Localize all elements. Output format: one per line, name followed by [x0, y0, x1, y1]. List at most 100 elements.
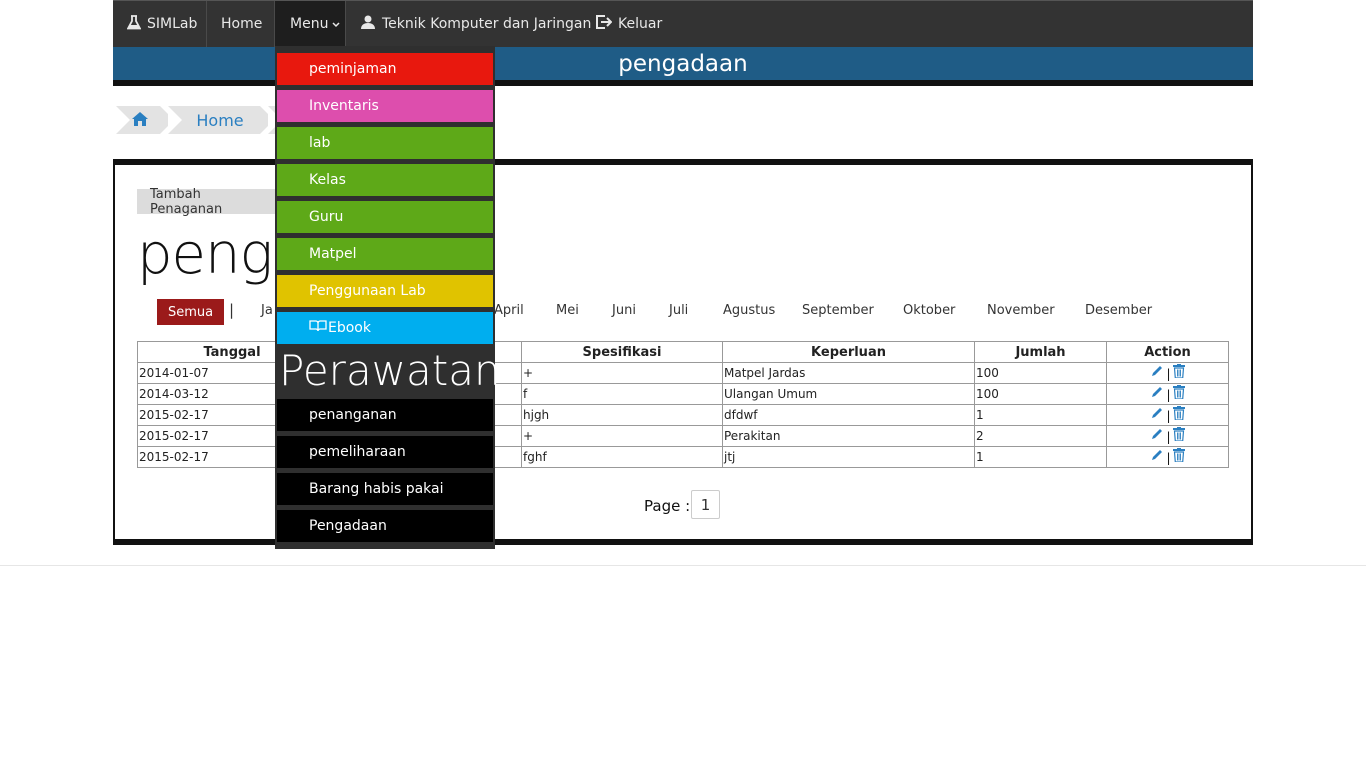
cell-keperluan: Ulangan Umum	[722, 383, 975, 405]
dropdown-item-label: Guru	[309, 209, 344, 225]
edit-icon[interactable]	[1150, 427, 1164, 445]
cell-spesifikasi: f	[521, 383, 723, 405]
trash-icon[interactable]	[1172, 427, 1185, 445]
dropdown-item-label: penanganan	[309, 407, 397, 423]
cell-action: |	[1106, 383, 1229, 405]
month-filter-november[interactable]: November	[987, 303, 1055, 318]
dropdown-item-penggunaan-lab[interactable]: Penggunaan Lab	[277, 275, 493, 307]
month-filter-oktober[interactable]: Oktober	[903, 303, 955, 318]
cell-jumlah: 100	[974, 383, 1107, 405]
user-icon	[360, 15, 376, 33]
dropdown-item-matpel[interactable]: Matpel	[277, 238, 493, 270]
pagination-label: Page :	[644, 497, 691, 515]
dropdown-item-penanganan[interactable]: penanganan	[277, 399, 493, 431]
breadcrumb-home-icon-link[interactable]	[116, 106, 174, 134]
dropdown-item-peminjaman[interactable]: peminjaman	[277, 53, 493, 85]
month-filter-juni[interactable]: Juni	[612, 303, 636, 318]
dropdown-section-title: Perawatan	[279, 345, 501, 395]
cell-keperluan: Perakitan	[722, 425, 975, 447]
dropdown-item-pemeliharaan[interactable]: pemeliharaan	[277, 436, 493, 468]
action-separator: |	[1166, 388, 1171, 402]
brand-link[interactable]: SIMLab	[126, 1, 198, 47]
dropdown-item-label: Kelas	[309, 172, 346, 188]
edit-icon[interactable]	[1150, 364, 1164, 382]
month-filter-mei[interactable]: Mei	[556, 303, 579, 318]
cell-keperluan: jtj	[722, 446, 975, 468]
dropdown-item-label: pemeliharaan	[309, 444, 406, 460]
brand-label: SIMLab	[147, 16, 198, 32]
month-filter-april[interactable]: April	[494, 303, 524, 318]
cell-spesifikasi: hjgh	[521, 404, 723, 426]
nav-logout-label: Keluar	[618, 16, 663, 32]
flask-icon	[126, 14, 142, 34]
trash-icon[interactable]	[1172, 406, 1185, 424]
nav-home[interactable]: Home	[221, 1, 262, 47]
nav-menu-label: Menu	[290, 16, 329, 32]
cell-action: |	[1106, 446, 1229, 468]
month-separator: |	[229, 301, 235, 319]
dropdown-item-ebook[interactable]: Ebook	[277, 312, 493, 344]
trash-icon[interactable]	[1172, 364, 1185, 382]
edit-icon[interactable]	[1150, 385, 1164, 403]
col-header-keperluan: Keperluan	[722, 341, 975, 363]
month-filter-januari[interactable]: Ja	[261, 303, 273, 318]
dropdown-item-label: Ebook	[328, 320, 371, 336]
month-filter-desember[interactable]: Desember	[1085, 303, 1152, 318]
dropdown-item-pengadaan[interactable]: Pengadaan	[277, 510, 493, 542]
col-header-jumlah: Jumlah	[974, 341, 1107, 363]
nav-user-label: Teknik Komputer dan Jaringan	[382, 16, 592, 32]
nav-user[interactable]: Teknik Komputer dan Jaringan	[360, 1, 591, 47]
logout-icon	[596, 15, 613, 33]
cell-keperluan: Matpel Jardas	[722, 362, 975, 384]
dropdown-item-inventaris[interactable]: Inventaris	[277, 90, 493, 122]
trash-icon[interactable]	[1172, 448, 1185, 466]
cell-spesifikasi: +	[521, 425, 723, 447]
chevron-down-icon	[332, 16, 340, 32]
breadcrumb-home-label: Home	[196, 110, 244, 130]
dropdown-item-label: Pengadaan	[309, 518, 387, 534]
cell-action: |	[1106, 362, 1229, 384]
edit-icon[interactable]	[1150, 406, 1164, 424]
book-icon	[309, 320, 327, 336]
dropdown-item-kelas[interactable]: Kelas	[277, 164, 493, 196]
add-button[interactable]: Tambah Penaganan	[137, 187, 276, 217]
edit-icon[interactable]	[1150, 448, 1164, 466]
action-separator: |	[1166, 451, 1171, 465]
cell-jumlah: 1	[974, 404, 1107, 426]
cell-jumlah: 2	[974, 425, 1107, 447]
dropdown-item-label: Matpel	[309, 246, 357, 262]
nav-dropdown-menu: Perawatan peminjaman Inventaris lab Kelas Gu…	[275, 46, 501, 549]
nav-logout[interactable]: Keluar	[596, 1, 662, 47]
action-separator: |	[1166, 430, 1171, 444]
cell-spesifikasi: +	[521, 362, 723, 384]
dropdown-item-barang-habis-pakai[interactable]: Barang habis pakai	[277, 473, 493, 505]
dropdown-item-label: Penggunaan Lab	[309, 283, 426, 299]
cell-jumlah: 1	[974, 446, 1107, 468]
action-separator: |	[1166, 367, 1171, 381]
pagination-page-button[interactable]: 1	[691, 490, 720, 519]
month-filter-september[interactable]: September	[802, 303, 874, 318]
dropdown-item-label: lab	[309, 135, 331, 151]
action-separator: |	[1166, 409, 1171, 423]
month-filter-agustus[interactable]: Agustus	[723, 303, 775, 318]
col-header-spesifikasi: Spesifikasi	[521, 341, 723, 363]
top-navbar: SIMLab Home Menu Teknik Komputer dan Jar…	[113, 0, 1253, 47]
cell-keperluan: dfdwf	[722, 404, 975, 426]
dropdown-item-label: Inventaris	[309, 98, 379, 114]
cell-spesifikasi: fghf	[521, 446, 723, 468]
month-filter-all[interactable]: Semua	[157, 299, 224, 325]
dropdown-item-label: Barang habis pakai	[309, 481, 444, 497]
nav-home-label: Home	[221, 16, 263, 32]
cell-action: |	[1106, 425, 1229, 447]
breadcrumb-home[interactable]: Home	[168, 106, 274, 134]
home-icon	[132, 111, 148, 130]
footer-divider	[0, 565, 1366, 566]
cell-action: |	[1106, 404, 1229, 426]
dropdown-item-lab[interactable]: lab	[277, 127, 493, 159]
trash-icon[interactable]	[1172, 385, 1185, 403]
dropdown-item-label: peminjaman	[309, 61, 397, 77]
nav-menu-toggle[interactable]: Menu	[275, 1, 345, 47]
dropdown-item-guru[interactable]: Guru	[277, 201, 493, 233]
month-filter-juli[interactable]: Juli	[669, 303, 688, 318]
col-header-action: Action	[1106, 341, 1229, 363]
